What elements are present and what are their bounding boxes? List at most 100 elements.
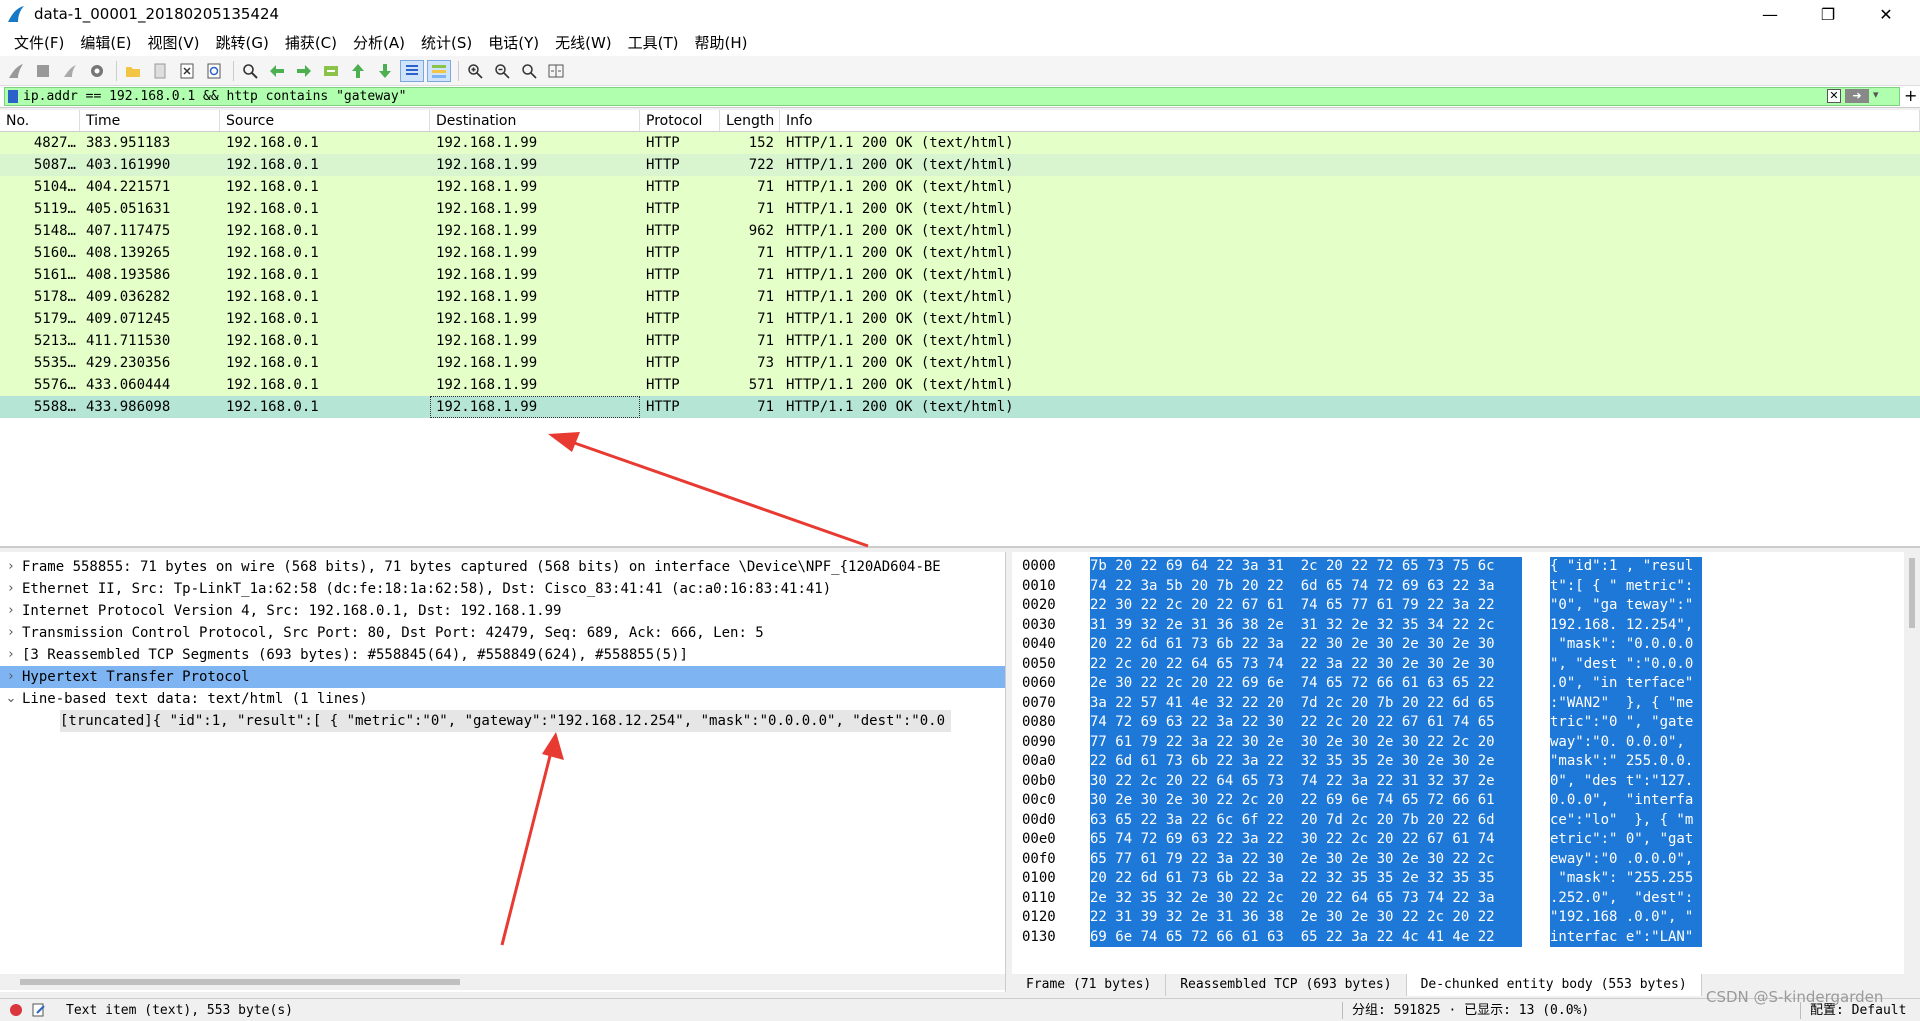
menu-wireless[interactable]: 无线(W) [547, 32, 620, 53]
menu-telephony[interactable]: 电话(Y) [480, 32, 547, 53]
reload-file-button[interactable] [202, 60, 226, 82]
go-back-button[interactable] [265, 60, 289, 82]
column-header-source[interactable]: Source [220, 110, 430, 131]
start-capture-button[interactable] [4, 60, 28, 82]
byte-row[interactable]: 0050 22 2c 20 22 64 65 73 74 22 3a 22 30 … [1012, 654, 1920, 674]
byte-row[interactable]: 00d0 63 65 22 3a 22 6c 6f 22 20 7d 2c 20 … [1012, 810, 1920, 830]
packet-row[interactable]: 5119… 405.051631 192.168.0.1 192.168.1.99 HT… [0, 198, 1920, 220]
packet-row[interactable]: 5161… 408.193586 192.168.0.1 192.168.1.99 HT… [0, 264, 1920, 286]
packet-row[interactable]: 5087… 403.161990 192.168.0.1 192.168.1.99 HT… [0, 154, 1920, 176]
column-header-info[interactable]: Info [780, 110, 1920, 131]
close-file-button[interactable] [175, 60, 199, 82]
chevron-down-icon[interactable]: ⌄ [0, 688, 22, 710]
byte-row[interactable]: 0000 7b 20 22 69 64 22 3a 31 2c 20 22 72 … [1012, 557, 1920, 577]
tree-item-truncated-text[interactable]: [truncated]{ "id":1, "result":[ { "metri… [0, 710, 1005, 732]
close-button[interactable]: ✕ [1858, 0, 1914, 28]
byte-row[interactable]: 0080 74 72 69 63 22 3a 22 30 22 2c 20 22 … [1012, 713, 1920, 733]
byte-row[interactable]: 00e0 65 74 72 69 63 22 3a 22 30 22 2c 20 … [1012, 830, 1920, 850]
save-file-button[interactable] [148, 60, 172, 82]
byte-row[interactable]: 0090 77 61 79 22 3a 22 30 2e 30 2e 30 2e … [1012, 732, 1920, 752]
apply-filter-icon[interactable]: ➜ [1845, 89, 1869, 103]
menu-tools[interactable]: 工具(T) [620, 32, 687, 53]
resize-columns-button[interactable] [544, 60, 568, 82]
byte-row[interactable]: 0060 2e 30 22 2c 20 22 69 6e 74 65 72 66 … [1012, 674, 1920, 694]
byte-row[interactable]: 0040 20 22 6d 61 73 6b 22 3a 22 30 2e 30 … [1012, 635, 1920, 655]
column-header-time[interactable]: Time [80, 110, 220, 131]
column-header-destination[interactable]: Destination [430, 110, 640, 131]
restart-capture-button[interactable] [58, 60, 82, 82]
chevron-right-icon[interactable]: › [0, 556, 22, 578]
colorize-button[interactable] [427, 59, 451, 82]
tree-item-ethernet[interactable]: › Ethernet II, Src: Tp-LinkT_1a:62:58 (dc… [0, 578, 1005, 600]
chevron-right-icon[interactable]: › [0, 578, 22, 600]
bookmark-icon[interactable] [8, 90, 18, 103]
chevron-right-icon[interactable]: › [0, 600, 22, 622]
packet-row[interactable]: 4827… 383.951183 192.168.0.1 192.168.1.99 HT… [0, 132, 1920, 154]
byte-row[interactable]: 0030 31 39 32 2e 31 36 38 2e 31 32 2e 32 … [1012, 615, 1920, 635]
go-last-button[interactable] [373, 60, 397, 82]
column-header-no[interactable]: No. [0, 110, 80, 131]
byte-row[interactable]: 00b0 30 22 2c 20 22 64 65 73 74 22 3a 22 … [1012, 771, 1920, 791]
packet-row[interactable]: 5178… 409.036282 192.168.0.1 192.168.1.99 HT… [0, 286, 1920, 308]
menu-capture[interactable]: 捕获(C) [277, 32, 345, 53]
zoom-in-button[interactable] [463, 60, 487, 82]
tab-dechunked-body[interactable]: De-chunked entity body (553 bytes) [1406, 974, 1702, 996]
tree-item-http[interactable]: › Hypertext Transfer Protocol [0, 666, 1005, 688]
tab-reassembled-tcp[interactable]: Reassembled TCP (693 bytes) [1166, 974, 1407, 996]
menu-statistics[interactable]: 统计(S) [413, 32, 480, 53]
display-filter-field[interactable]: ip.addr == 192.168.0.1 && http contains … [4, 87, 1900, 106]
packet-row[interactable]: 5148… 407.117475 192.168.0.1 192.168.1.99 HT… [0, 220, 1920, 242]
go-first-button[interactable] [346, 60, 370, 82]
column-header-protocol[interactable]: Protocol [640, 110, 720, 131]
zoom-out-button[interactable] [490, 60, 514, 82]
byte-row[interactable]: 0130 69 6e 74 65 72 66 61 63 65 22 3a 22 … [1012, 927, 1920, 947]
column-header-length[interactable]: Length [720, 110, 780, 131]
stop-capture-button[interactable] [31, 60, 55, 82]
add-filter-button[interactable]: + [1904, 87, 1917, 105]
find-packet-button[interactable] [238, 60, 262, 82]
menu-view[interactable]: 视图(V) [140, 32, 208, 53]
filter-dropdown-icon[interactable]: ▾ [1873, 88, 1879, 101]
byte-row[interactable]: 0110 2e 32 35 32 2e 30 22 2c 20 22 64 65 … [1012, 888, 1920, 908]
packet-row[interactable]: 5535… 429.230356 192.168.0.1 192.168.1.99 HT… [0, 352, 1920, 374]
chevron-right-icon[interactable]: › [0, 666, 22, 688]
packet-row[interactable]: 5576… 433.060444 192.168.0.1 192.168.1.99 HT… [0, 374, 1920, 396]
scrollbar-thumb[interactable] [20, 979, 460, 985]
go-to-packet-button[interactable] [319, 60, 343, 82]
go-forward-button[interactable] [292, 60, 316, 82]
clear-filter-icon[interactable]: ✕ [1827, 89, 1841, 103]
byte-row[interactable]: 00a0 22 6d 61 73 6b 22 3a 22 32 35 35 2e … [1012, 752, 1920, 772]
menu-help[interactable]: 帮助(H) [687, 32, 756, 53]
minimize-button[interactable]: — [1742, 0, 1798, 28]
byte-row[interactable]: 0010 74 22 3a 5b 20 7b 20 22 6d 65 74 72 … [1012, 576, 1920, 596]
tree-item-tcp[interactable]: › Transmission Control Protocol, Src Port… [0, 622, 1005, 644]
byte-row[interactable]: 0120 22 31 39 32 2e 31 36 38 2e 30 2e 30 … [1012, 908, 1920, 928]
capture-options-button[interactable] [85, 60, 109, 82]
byte-row[interactable]: 0020 22 30 22 2c 20 22 67 61 74 65 77 61 … [1012, 596, 1920, 616]
tree-item-reassembled[interactable]: › [3 Reassembled TCP Segments (693 bytes)… [0, 644, 1005, 666]
edit-comment-icon[interactable] [32, 1003, 46, 1017]
byte-row[interactable]: 00c0 30 2e 30 2e 30 22 2c 20 22 69 6e 74 … [1012, 791, 1920, 811]
chevron-right-icon[interactable]: › [0, 644, 22, 666]
restore-button[interactable]: ❐ [1800, 0, 1856, 28]
packet-row[interactable]: 5104… 404.221571 192.168.0.1 192.168.1.99 HT… [0, 176, 1920, 198]
autoscroll-button[interactable] [400, 59, 424, 82]
details-horizontal-scrollbar[interactable] [0, 974, 1005, 990]
scrollbar-thumb[interactable] [1909, 558, 1915, 628]
menu-edit[interactable]: 编辑(E) [72, 32, 139, 53]
menu-go[interactable]: 跳转(G) [208, 32, 277, 53]
display-filter-input[interactable]: ip.addr == 192.168.0.1 && http contains … [23, 89, 407, 104]
zoom-reset-button[interactable] [517, 60, 541, 82]
expert-info-icon[interactable] [10, 1004, 22, 1016]
bytes-vertical-scrollbar[interactable] [1904, 552, 1920, 974]
byte-row[interactable]: 0100 20 22 6d 61 73 6b 22 3a 22 32 35 35 … [1012, 869, 1920, 889]
packet-row[interactable]: 5160… 408.139265 192.168.0.1 192.168.1.99 HT… [0, 242, 1920, 264]
tree-item-frame[interactable]: › Frame 558855: 71 bytes on wire (568 bit… [0, 556, 1005, 578]
tab-frame[interactable]: Frame (71 bytes) [1012, 974, 1167, 996]
byte-row[interactable]: 00f0 65 77 61 79 22 3a 22 30 2e 30 2e 30 … [1012, 849, 1920, 869]
tree-item-ipv4[interactable]: › Internet Protocol Version 4, Src: 192.1… [0, 600, 1005, 622]
menu-analyze[interactable]: 分析(A) [345, 32, 413, 53]
byte-row[interactable]: 0070 3a 22 57 41 4e 32 22 20 7d 2c 20 7b … [1012, 693, 1920, 713]
menu-file[interactable]: 文件(F) [6, 32, 72, 53]
packet-row[interactable]: 5588… 433.986098 192.168.0.1 192.168.1.99 HT… [0, 396, 1920, 418]
